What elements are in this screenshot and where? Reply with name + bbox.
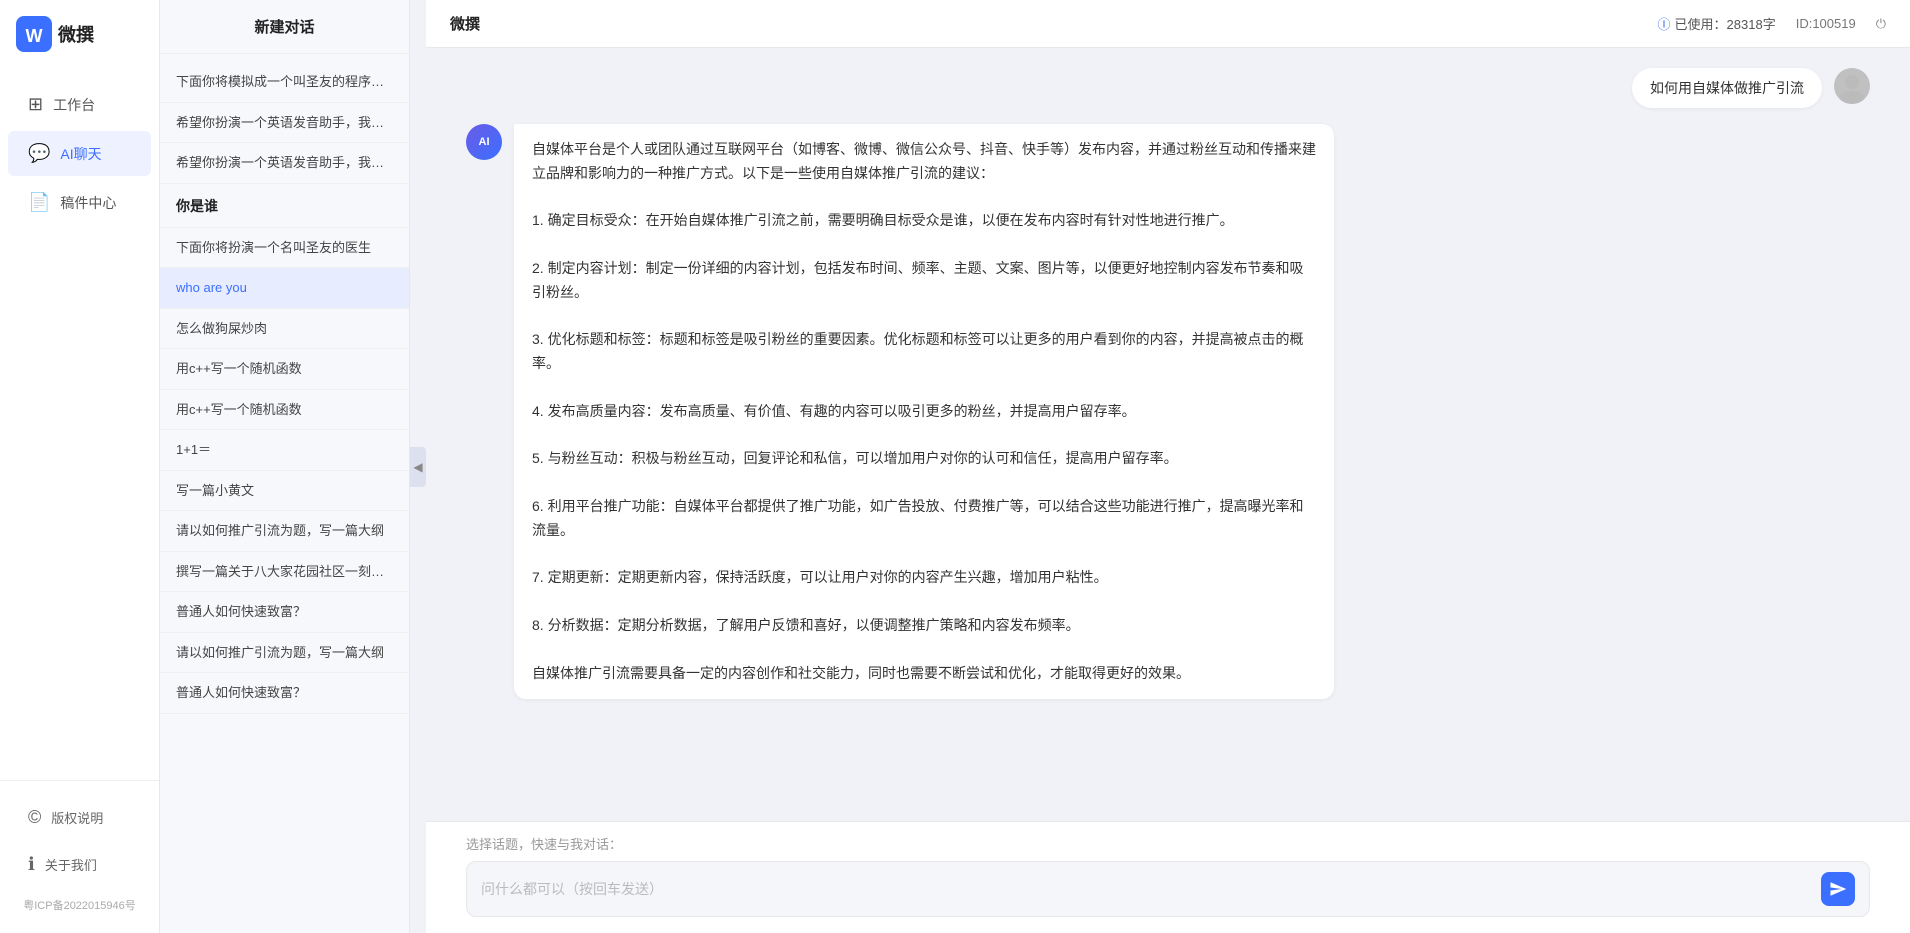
ai-chat-icon: 💬 (28, 143, 50, 164)
topbar: 微撰 Ⓘ 已使用：28318字 ID:100519 ⏻ (426, 0, 1910, 48)
topbar-title: 微撰 (450, 13, 480, 34)
left-navigation: W 微撰 ⊞ 工作台 💬 AI聊天 📄 稿件中心 © 版权说明 ℹ 关于我们 粤… (0, 0, 160, 933)
ai-para-7: 7. 定期更新：定期更新内容，保持活跃度，可以让用户对你的内容产生兴趣，增加用户… (532, 566, 1316, 590)
ai-para-8: 8. 分析数据：定期分析数据，了解用户反馈和喜好，以便调整推广策略和内容发布频率… (532, 614, 1316, 638)
conv-item-13[interactable]: 撰写一篇关于八大家花园社区一刻钟便民生... (160, 552, 409, 593)
conv-item-10[interactable]: 1+1＝ (160, 430, 409, 471)
logo-text: 微撰 (58, 21, 94, 47)
nav-items: ⊞ 工作台 💬 AI聊天 📄 稿件中心 (0, 72, 159, 780)
conv-item-9[interactable]: 用c++写一个随机函数 (160, 390, 409, 431)
conv-item-11[interactable]: 写一篇小黄文 (160, 471, 409, 512)
user-message-row: 如何用自媒体做推广引流 (466, 68, 1870, 108)
nav-label-ai-chat: AI聊天 (60, 144, 101, 164)
conv-item-6[interactable]: who are you (160, 268, 409, 309)
token-label: 已使用：28318字 (1675, 14, 1776, 33)
conv-item-15[interactable]: 请以如何推广引流为题，写一篇大纲 (160, 633, 409, 674)
ai-para-5: 5. 与粉丝互动：积极与粉丝互动，回复评论和私信，可以增加用户对你的认可和信任，… (532, 447, 1316, 471)
nav-label-workbench: 工作台 (53, 95, 95, 115)
chat-area: 如何用自媒体做推广引流 AI 自媒体平台是个人或团队通过互联网平台（如博客、微博… (426, 48, 1910, 821)
conv-item-8[interactable]: 用c++写一个随机函数 (160, 349, 409, 390)
conv-item-14[interactable]: 普通人如何快速致富？ (160, 592, 409, 633)
conv-item-1[interactable]: 下面你将模拟成一个叫圣友的程序员，我说... (160, 62, 409, 103)
conv-item-16[interactable]: 普通人如何快速致富？ (160, 673, 409, 714)
conv-item-3[interactable]: 希望你扮演一个英语发音助手，我提供给你... (160, 143, 409, 184)
input-area: 选择话题，快速与我对话： (426, 821, 1910, 933)
ai-para-1: 1. 确定目标受众：在开始自媒体推广引流之前，需要明确目标受众是谁，以便在发布内… (532, 209, 1316, 233)
input-box (466, 861, 1870, 917)
workbench-icon: ⊞ (28, 94, 43, 115)
conv-item-12[interactable]: 请以如何推广引流为题，写一篇大纲 (160, 511, 409, 552)
logo-icon: W (16, 16, 52, 52)
drafts-icon: 📄 (28, 192, 50, 213)
user-question-bubble: 如何用自媒体做推广引流 (1632, 68, 1822, 108)
send-button[interactable] (1821, 872, 1855, 906)
id-label: ID:100519 (1796, 16, 1856, 31)
ai-para-6: 6. 利用平台推广功能：自媒体平台都提供了推广功能，如广告投放、付费推广等，可以… (532, 495, 1316, 543)
copyright-icon: © (28, 807, 41, 828)
user-avatar (1834, 68, 1870, 104)
token-info: Ⓘ 已使用：28318字 (1658, 14, 1776, 33)
quick-prompts-label: 选择话题，快速与我对话： (466, 834, 1870, 853)
ai-para-4: 4. 发布高质量内容：发布高质量、有价值、有趣的内容可以吸引更多的粉丝，并提高用… (532, 400, 1316, 424)
ai-para-0: 自媒体平台是个人或团队通过互联网平台（如博客、微博、微信公众号、抖音、快手等）发… (532, 138, 1316, 186)
collapse-sidebar-button[interactable]: ◀ (410, 447, 426, 487)
ai-para-3: 3. 优化标题和标签：标题和标签是吸引粉丝的重要因素。优化标题和标签可以让更多的… (532, 328, 1316, 376)
nav-label-drafts: 稿件中心 (60, 193, 116, 213)
ai-para-9: 自媒体推广引流需要具备一定的内容创作和社交能力，同时也需要不断尝试和优化，才能取… (532, 662, 1316, 686)
nav-item-about[interactable]: ℹ 关于我们 (8, 842, 151, 887)
nav-item-drafts[interactable]: 📄 稿件中心 (8, 180, 151, 225)
about-icon: ℹ (28, 854, 35, 875)
nav-item-copyright[interactable]: © 版权说明 (8, 795, 151, 840)
logo-area: W 微撰 (0, 0, 159, 72)
conv-item-7[interactable]: 怎么做狗屎炒肉 (160, 309, 409, 350)
conv-item-2[interactable]: 希望你扮演一个英语发音助手，我提供给你... (160, 103, 409, 144)
chat-input[interactable] (481, 881, 1811, 897)
nav-label-about: 关于我们 (45, 855, 97, 874)
icp-text: 粤ICP备2022015946号 (0, 889, 159, 921)
ai-para-2: 2. 制定内容计划：制定一份详细的内容计划，包括发布时间、频率、主题、文案、图片… (532, 257, 1316, 305)
conversation-list: 新建对话 下面你将模拟成一个叫圣友的程序员，我说... 希望你扮演一个英语发音助… (160, 0, 410, 933)
conversation-items: 下面你将模拟成一个叫圣友的程序员，我说... 希望你扮演一个英语发音助手，我提供… (160, 54, 409, 933)
ai-avatar: AI (466, 124, 502, 160)
ai-message-row: AI 自媒体平台是个人或团队通过互联网平台（如博客、微博、微信公众号、抖音、快手… (466, 124, 1870, 699)
conv-item-5[interactable]: 下面你将扮演一个名叫圣友的医生 (160, 228, 409, 269)
token-icon: Ⓘ (1658, 14, 1671, 33)
nav-label-copyright: 版权说明 (51, 808, 103, 827)
conv-item-youshi: 你是谁 (160, 184, 409, 228)
nav-item-workbench[interactable]: ⊞ 工作台 (8, 82, 151, 127)
topbar-right: Ⓘ 已使用：28318字 ID:100519 ⏻ (1658, 14, 1886, 33)
nav-item-ai-chat[interactable]: 💬 AI聊天 (8, 131, 151, 176)
new-chat-button[interactable]: 新建对话 (160, 0, 409, 54)
nav-bottom: © 版权说明 ℹ 关于我们 粤ICP备2022015946号 (0, 780, 159, 933)
main-content: 微撰 Ⓘ 已使用：28318字 ID:100519 ⏻ 如何用自媒体做推广引流 … (426, 0, 1910, 933)
power-icon[interactable]: ⏻ (1876, 16, 1886, 32)
send-icon (1829, 880, 1847, 898)
ai-message-bubble: 自媒体平台是个人或团队通过互联网平台（如博客、微博、微信公众号、抖音、快手等）发… (514, 124, 1334, 699)
svg-text:W: W (26, 26, 43, 46)
